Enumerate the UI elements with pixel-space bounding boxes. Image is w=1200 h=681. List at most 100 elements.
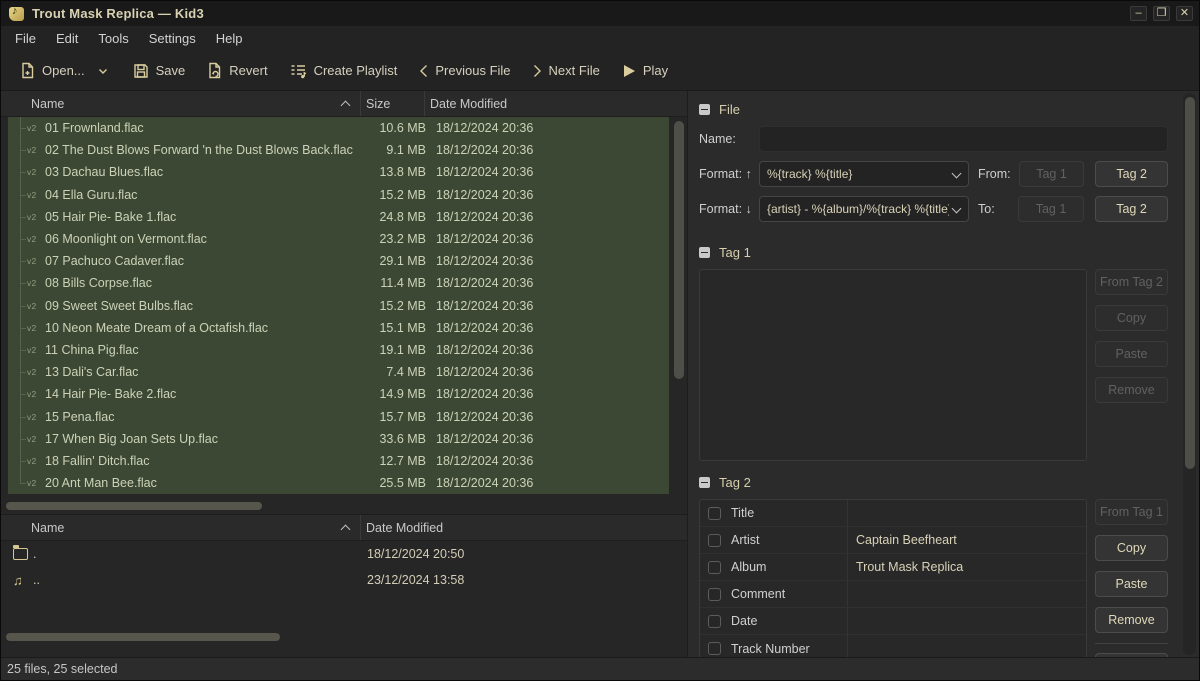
- file-name: 18 Fallin' Ditch.flac: [45, 454, 368, 468]
- from-tag1-button[interactable]: Tag 1: [1019, 161, 1085, 187]
- table-row[interactable]: v2 15 Pena.flac 15.7 MB 18/12/2024 20:36: [8, 405, 669, 427]
- minimize-button[interactable]: –: [1130, 6, 1147, 21]
- column-header-date-modified[interactable]: Date Modified: [425, 91, 687, 116]
- table-row[interactable]: v2 05 Hair Pie- Bake 1.flac 24.8 MB 18/1…: [8, 206, 669, 228]
- column-header-name[interactable]: Name: [1, 91, 361, 116]
- field-checkbox[interactable]: [708, 588, 721, 601]
- file-section-header[interactable]: File: [699, 101, 1168, 117]
- table-row[interactable]: v2 11 China Pig.flac 19.1 MB 18/12/2024 …: [8, 339, 669, 361]
- status-text: 25 files, 25 selected: [7, 662, 118, 676]
- table-row[interactable]: v2 20 Ant Man Bee.flac 25.5 MB 18/12/202…: [8, 472, 669, 494]
- file-size: 9.1 MB: [368, 143, 432, 157]
- save-icon: [133, 63, 149, 79]
- file-size: 15.1 MB: [368, 321, 432, 335]
- to-tag1-button[interactable]: Tag 1: [1018, 196, 1084, 222]
- table-row[interactable]: v2 04 Ella Guru.flac 15.2 MB 18/12/2024 …: [8, 184, 669, 206]
- field-label: Date: [731, 614, 757, 628]
- tree-branch: [8, 472, 27, 494]
- file-name-input[interactable]: [759, 126, 1168, 152]
- revert-button[interactable]: Revert: [198, 56, 276, 85]
- tag1-paste-button[interactable]: Paste: [1095, 341, 1168, 367]
- chevron-down-icon: [953, 205, 961, 213]
- tag1-section-header[interactable]: Tag 1: [699, 244, 1168, 260]
- menu-file[interactable]: File: [5, 28, 46, 49]
- format-to-filename-combobox[interactable]: {artist} - %{album}/%{track} %{title}: [759, 196, 969, 222]
- tag2-section-header[interactable]: Tag 2: [699, 474, 1168, 490]
- tag1-from-tag2-button[interactable]: From Tag 2: [1095, 269, 1168, 295]
- folder-row-current[interactable]: . 18/12/2024 20:50: [1, 541, 687, 567]
- file-size: 33.6 MB: [368, 432, 432, 446]
- maximize-button[interactable]: ❒: [1153, 6, 1170, 21]
- tag-panel-vertical-scrollbar[interactable]: [1183, 93, 1196, 655]
- menu-help[interactable]: Help: [206, 28, 253, 49]
- tag-version-badge: v2: [27, 145, 45, 155]
- file-list-horizontal-scrollbar[interactable]: [1, 499, 669, 512]
- table-row[interactable]: v2 01 Frownland.flac 10.6 MB 18/12/2024 …: [8, 117, 669, 139]
- tree-branch: [8, 361, 27, 383]
- tag2-remove-button[interactable]: Remove: [1095, 607, 1168, 633]
- tag1-remove-button[interactable]: Remove: [1095, 377, 1168, 403]
- table-row[interactable]: v2 13 Dali's Car.flac 7.4 MB 18/12/2024 …: [8, 361, 669, 383]
- play-icon: [622, 64, 636, 78]
- tree-branch: [8, 139, 27, 161]
- menu-settings[interactable]: Settings: [139, 28, 206, 49]
- table-row[interactable]: v2 09 Sweet Sweet Bulbs.flac 15.2 MB 18/…: [8, 295, 669, 317]
- tag1-copy-button[interactable]: Copy: [1095, 305, 1168, 331]
- collapse-icon[interactable]: [699, 247, 710, 258]
- field-value[interactable]: Trout Mask Replica: [848, 560, 1086, 574]
- tag-field-row: Date: [700, 608, 1086, 635]
- folder-column-header-name[interactable]: Name: [1, 515, 361, 540]
- table-row[interactable]: v2 02 The Dust Blows Forward 'n the Dust…: [8, 139, 669, 161]
- menu-tools[interactable]: Tools: [88, 28, 138, 49]
- menu-edit[interactable]: Edit: [46, 28, 88, 49]
- tag2-from-tag1-button[interactable]: From Tag 1: [1095, 499, 1168, 525]
- table-row[interactable]: v2 03 Dachau Blues.flac 13.8 MB 18/12/20…: [8, 161, 669, 183]
- field-checkbox[interactable]: [708, 615, 721, 628]
- revert-button-label: Revert: [229, 63, 267, 78]
- previous-file-button[interactable]: Previous File: [410, 57, 519, 84]
- column-header-size[interactable]: Size: [361, 91, 425, 116]
- status-bar: 25 files, 25 selected: [1, 657, 1199, 680]
- table-row[interactable]: v2 10 Neon Meate Dream of a Octafish.fla…: [8, 317, 669, 339]
- table-row[interactable]: v2 08 Bills Corpse.flac 11.4 MB 18/12/20…: [8, 272, 669, 294]
- table-row[interactable]: v2 17 When Big Joan Sets Up.flac 33.6 MB…: [8, 428, 669, 450]
- field-checkbox[interactable]: [708, 507, 721, 520]
- tag-field-row: Comment: [700, 581, 1086, 608]
- play-button[interactable]: Play: [613, 57, 677, 84]
- table-row[interactable]: v2 14 Hair Pie- Bake 2.flac 14.9 MB 18/1…: [8, 383, 669, 405]
- field-checkbox[interactable]: [708, 534, 721, 547]
- tag-version-badge: v2: [27, 234, 45, 244]
- from-tag2-button[interactable]: Tag 2: [1095, 161, 1168, 187]
- tag2-paste-button[interactable]: Paste: [1095, 571, 1168, 597]
- tag2-copy-button[interactable]: Copy: [1095, 535, 1168, 561]
- folder-list-horizontal-scrollbar[interactable]: [1, 630, 669, 643]
- save-button[interactable]: Save: [124, 57, 195, 85]
- create-playlist-button[interactable]: Create Playlist: [281, 57, 407, 85]
- name-label: Name:: [699, 132, 759, 146]
- tree-branch: [8, 272, 27, 294]
- field-checkbox[interactable]: [708, 561, 721, 574]
- to-tag2-button[interactable]: Tag 2: [1095, 196, 1168, 222]
- file-date: 18/12/2024 20:36: [432, 232, 669, 246]
- folder-column-header-date-modified[interactable]: Date Modified: [361, 515, 687, 540]
- table-row[interactable]: v2 06 Moonlight on Vermont.flac 23.2 MB …: [8, 228, 669, 250]
- folder-row-parent[interactable]: ♫ .. 23/12/2024 13:58: [1, 567, 687, 593]
- table-row[interactable]: v2 18 Fallin' Ditch.flac 12.7 MB 18/12/2…: [8, 450, 669, 472]
- format-from-filename-combobox[interactable]: %{track} %{title}: [759, 161, 969, 187]
- collapse-icon[interactable]: [699, 477, 710, 488]
- file-size: 15.7 MB: [368, 410, 432, 424]
- folder-list-header: Name Date Modified: [1, 515, 687, 541]
- field-checkbox[interactable]: [708, 642, 721, 655]
- tag-version-badge: v2: [27, 167, 45, 177]
- field-value[interactable]: Captain Beefheart: [848, 533, 1086, 547]
- file-list-vertical-scrollbar[interactable]: [673, 119, 685, 498]
- collapse-icon[interactable]: [699, 104, 710, 115]
- open-dropdown-chevron-icon[interactable]: [92, 57, 114, 84]
- file-name: 20 Ant Man Bee.flac: [45, 476, 368, 490]
- to-label: To:: [969, 202, 1010, 216]
- open-button[interactable]: Open...: [11, 56, 94, 85]
- tree-branch: [8, 428, 27, 450]
- table-row[interactable]: v2 07 Pachuco Cadaver.flac 29.1 MB 18/12…: [8, 250, 669, 272]
- next-file-button[interactable]: Next File: [524, 57, 609, 84]
- close-button[interactable]: ✕: [1176, 6, 1193, 21]
